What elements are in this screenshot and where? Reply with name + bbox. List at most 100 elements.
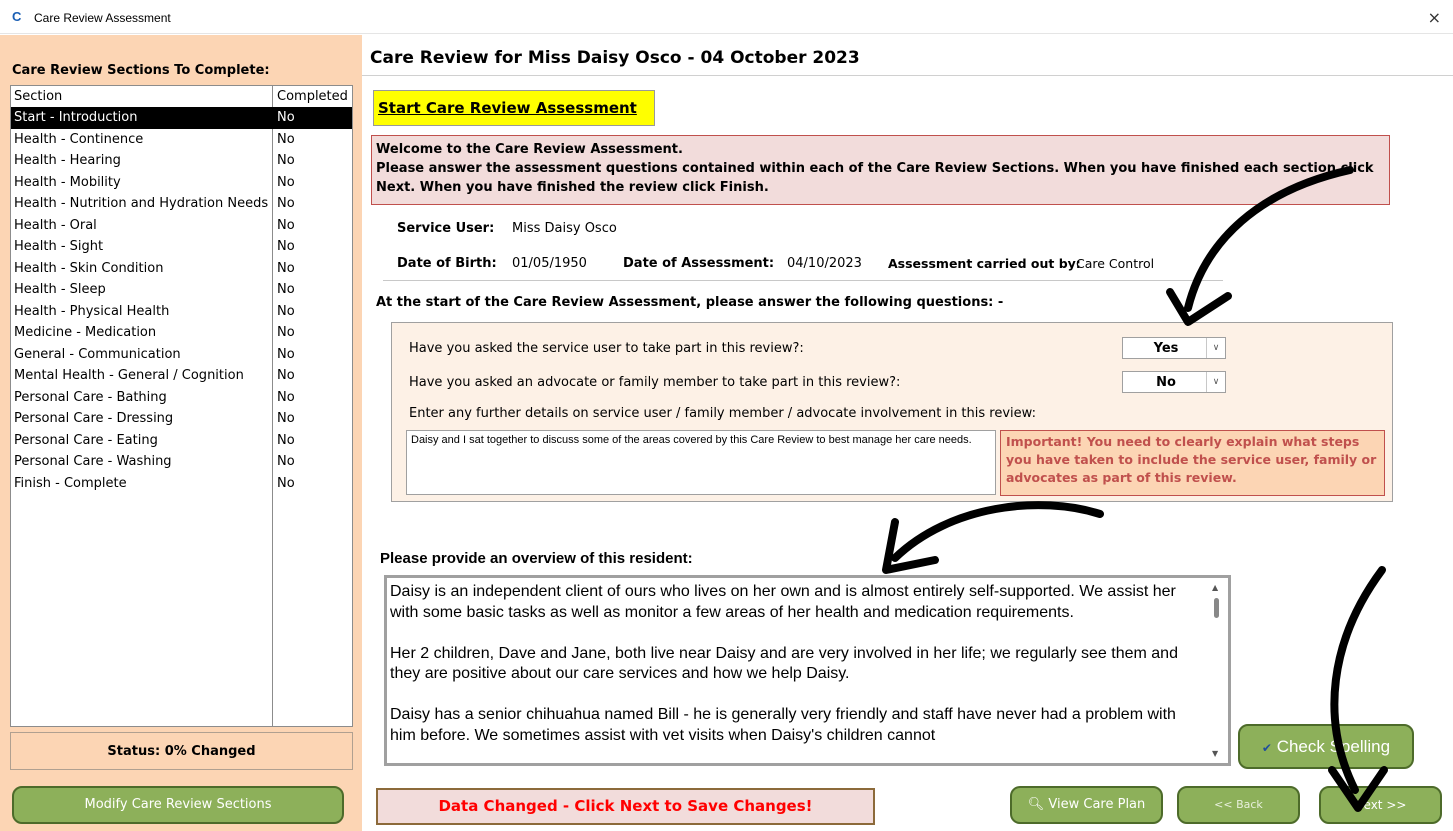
overview-textarea[interactable]: Daisy is an independent client of ours w… xyxy=(384,575,1231,766)
scroll-up-icon[interactable]: ▲ xyxy=(1212,583,1218,592)
section-name: Health - Skin Condition xyxy=(14,260,164,276)
section-name: Finish - Complete xyxy=(14,475,127,491)
title-bar xyxy=(0,0,1453,34)
assessment-date-label: Date of Assessment: xyxy=(623,256,775,271)
list-item[interactable]: Health - Sleep No xyxy=(11,279,352,301)
section-completed: No xyxy=(277,454,295,469)
scroll-thumb[interactable] xyxy=(1214,598,1219,618)
list-item[interactable]: General - Communication No xyxy=(11,344,352,366)
section-completed: No xyxy=(277,260,295,276)
q1-selected-value: Yes xyxy=(1153,341,1179,356)
list-item[interactable]: Personal Care - Washing No xyxy=(11,451,352,473)
section-name: Health - Oral xyxy=(14,217,97,233)
start-heading: Start Care Review Assessment xyxy=(373,90,655,126)
service-user-label: Service User: xyxy=(397,221,495,236)
section-name: General - Communication xyxy=(14,346,181,362)
list-item[interactable]: Health - Hearing No xyxy=(11,150,352,172)
check-spelling-button[interactable]: ✔ Check Spelling xyxy=(1238,724,1414,769)
modify-sections-button[interactable]: Modify Care Review Sections xyxy=(12,786,344,824)
page-title: Care Review for Miss Daisy Osco - 04 Oct… xyxy=(370,48,860,68)
list-item[interactable]: Health - Sight No xyxy=(11,236,352,258)
involvement-details-field[interactable]: Daisy and I sat together to discuss some… xyxy=(406,430,996,495)
back-button[interactable]: << Back xyxy=(1177,786,1300,824)
section-completed: No xyxy=(277,110,295,125)
welcome-line-1: Welcome to the Care Review Assessment. xyxy=(376,142,683,157)
section-name: Personal Care - Eating xyxy=(14,432,158,448)
list-item[interactable]: Finish - Complete No xyxy=(11,473,352,495)
column-header-section[interactable]: Section xyxy=(14,86,272,108)
section-name: Health - Mobility xyxy=(14,174,121,190)
section-completed: No xyxy=(277,239,295,254)
section-completed: No xyxy=(277,432,295,448)
section-completed: No xyxy=(277,131,295,147)
section-name: Personal Care - Dressing xyxy=(14,411,174,426)
section-name: Health - Physical Health xyxy=(14,303,170,319)
section-completed: No xyxy=(277,389,295,405)
check-spelling-label: Check Spelling xyxy=(1276,737,1391,756)
app-logo-icon: C xyxy=(12,9,22,24)
section-completed: No xyxy=(277,411,295,426)
overview-scrollbar[interactable]: ▲ ▼ xyxy=(1206,578,1228,763)
arrow-head-overview xyxy=(882,518,939,574)
list-item[interactable]: Health - Nutrition and Hydration Needs No xyxy=(11,193,352,215)
dob-label: Date of Birth: xyxy=(397,256,497,271)
spellcheck-icon: ✔ xyxy=(1261,741,1272,755)
close-icon[interactable]: × xyxy=(1428,8,1441,27)
section-name: Health - Sight xyxy=(14,239,104,254)
section-completed: No xyxy=(277,475,295,491)
section-completed: No xyxy=(277,196,295,211)
title-divider xyxy=(362,75,1453,76)
section-name: Health - Hearing xyxy=(14,153,121,168)
list-header: Section Completed xyxy=(11,86,352,108)
important-note: Important! You need to clearly explain w… xyxy=(1000,430,1385,496)
scroll-down-icon[interactable]: ▼ xyxy=(1212,749,1218,758)
service-user-value: Miss Daisy Osco xyxy=(512,221,617,236)
q3-label: Enter any further details on service use… xyxy=(409,406,1036,421)
section-completed: No xyxy=(277,368,295,383)
q2-selected-value: No xyxy=(1156,375,1176,390)
section-name: Health - Sleep xyxy=(14,282,106,297)
chevron-down-icon[interactable]: ∨ xyxy=(1206,338,1225,358)
list-item[interactable]: Start - Introduction No xyxy=(11,107,352,129)
list-item[interactable]: Health - Physical Health No xyxy=(11,301,352,323)
list-item[interactable]: Health - Mobility No xyxy=(11,172,352,194)
section-name: Health - Nutrition and Hydration Needs xyxy=(14,196,269,211)
welcome-message: Welcome to the Care Review Assessment. P… xyxy=(371,135,1390,205)
window-title: Care Review Assessment xyxy=(34,11,171,25)
list-item[interactable]: Personal Care - Bathing No xyxy=(11,387,352,409)
carried-by-value: Care Control xyxy=(1076,256,1155,271)
view-care-plan-button[interactable]: 🔍︎ View Care Plan xyxy=(1010,786,1163,824)
q2-label: Have you asked an advocate or family mem… xyxy=(409,375,901,390)
info-divider xyxy=(383,280,1223,281)
next-button[interactable]: Next >> xyxy=(1319,786,1442,824)
section-completed: No xyxy=(277,217,295,233)
column-header-completed[interactable]: Completed xyxy=(277,86,353,108)
list-item[interactable]: Health - Continence No xyxy=(11,129,352,151)
list-item[interactable]: Mental Health - General / Cognition No xyxy=(11,365,352,387)
carried-by-label: Assessment carried out by: xyxy=(888,256,1081,271)
status-label: Status: 0% Changed xyxy=(10,732,353,770)
q1-dropdown[interactable]: Yes ∨ xyxy=(1122,337,1226,359)
dob-value: 01/05/1950 xyxy=(512,256,587,271)
section-name: Personal Care - Bathing xyxy=(14,389,167,405)
sidebar-heading: Care Review Sections To Complete: xyxy=(12,63,270,78)
welcome-line-2: Please answer the assessment questions c… xyxy=(376,161,1374,195)
section-completed: No xyxy=(277,174,295,190)
overview-heading: Please provide an overview of this resid… xyxy=(380,550,693,567)
assessment-date-value: 04/10/2023 xyxy=(787,256,862,271)
list-item[interactable]: Health - Oral No xyxy=(11,215,352,237)
section-completed: No xyxy=(277,346,295,362)
section-completed: No xyxy=(277,325,295,340)
view-care-plan-label: View Care Plan xyxy=(1048,797,1146,812)
overview-text[interactable]: Daisy is an independent client of ours w… xyxy=(390,582,1190,746)
data-changed-banner: Data Changed - Click Next to Save Change… xyxy=(376,788,875,825)
list-item[interactable]: Personal Care - Dressing No xyxy=(11,408,352,430)
list-item[interactable]: Medicine - Medication No xyxy=(11,322,352,344)
list-item[interactable]: Health - Skin Condition No xyxy=(11,258,352,280)
chevron-down-icon[interactable]: ∨ xyxy=(1206,372,1225,392)
list-item[interactable]: Personal Care - Eating No xyxy=(11,430,352,452)
q2-dropdown[interactable]: No ∨ xyxy=(1122,371,1226,393)
arrow-to-overview xyxy=(891,501,1104,562)
q1-label: Have you asked the service user to take … xyxy=(409,341,804,356)
arrow-head-dropdown xyxy=(1166,288,1232,326)
